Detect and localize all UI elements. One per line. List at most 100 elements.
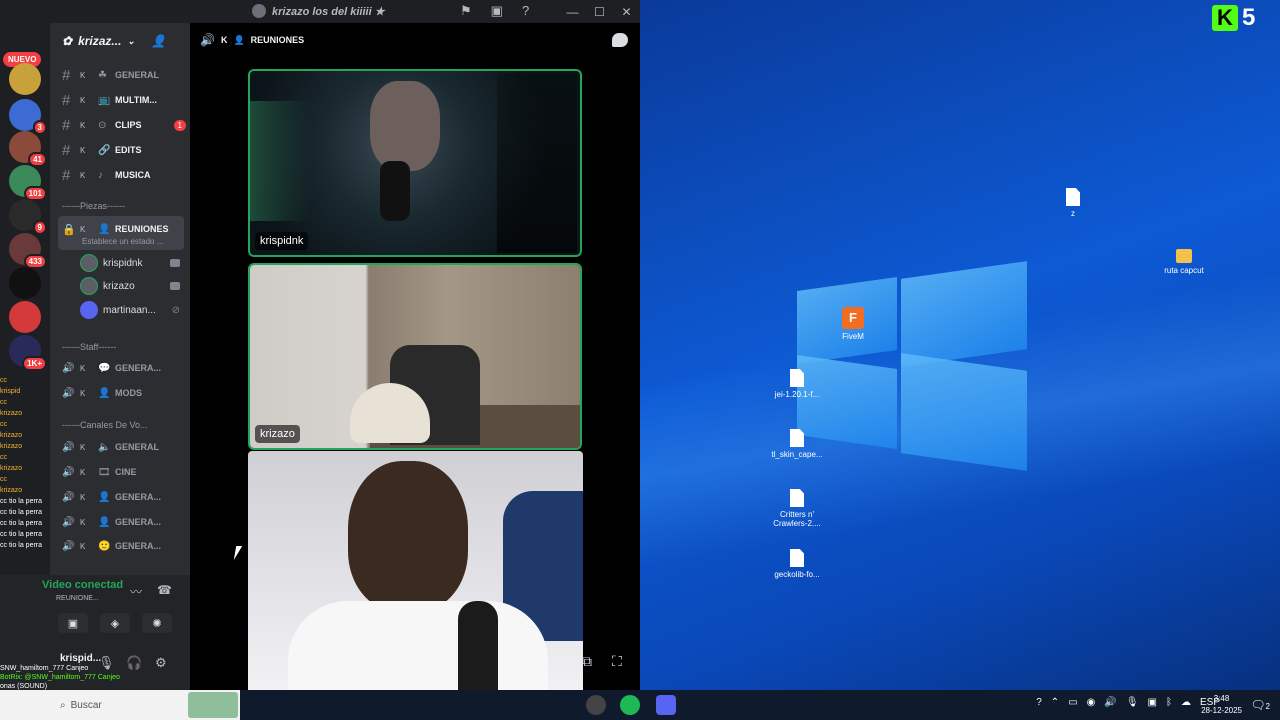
channel-staff-general[interactable]: 🔊 K 💬 GENERA...	[62, 357, 186, 379]
spotify-icon[interactable]	[620, 695, 640, 715]
clover-icon: ☘	[98, 69, 107, 81]
system-tray: ? ⌃ ▭ ◉ 🔊 🎙 ▣ ᛒ ☁ ESP	[1036, 697, 1220, 708]
notification-icon: 🗨	[1250, 698, 1266, 712]
channel-name: EDITS	[115, 145, 142, 155]
video-tile[interactable]: krispidnk	[248, 69, 582, 257]
search-art	[188, 692, 238, 718]
category-piezas[interactable]: ------Piezas------	[62, 201, 125, 211]
display-icon[interactable]: ▣	[1148, 697, 1157, 708]
voice-channel[interactable]: 🔊 K 🙂 GENERA...	[62, 535, 186, 557]
server-icon[interactable]: 3	[9, 99, 47, 135]
voice-channel[interactable]: 🔊 K 🔈 GENERAL	[62, 436, 186, 458]
help-icon[interactable]: ?	[522, 3, 529, 19]
server-icon[interactable]	[9, 267, 41, 299]
disconnect-icon[interactable]: ☎	[157, 583, 172, 597]
video-frame	[348, 461, 468, 611]
person-icon: 👤	[98, 387, 111, 399]
desktop-icon[interactable]: tl_skin_cape...	[765, 429, 829, 459]
server-badge: 41	[28, 152, 47, 167]
camera-button[interactable]: ▣	[58, 613, 88, 633]
video-tile[interactable]: krizazo	[248, 263, 582, 450]
current-user-name[interactable]: krispid...	[60, 653, 101, 664]
channel-prefix: K	[80, 541, 86, 551]
link-icon: 🔗	[98, 144, 111, 156]
noise-suppression-icon[interactable]: 〰	[130, 583, 142, 600]
speaker-emoji-icon: 🔈	[98, 441, 111, 453]
activities-button[interactable]: ◈	[100, 613, 130, 633]
volume-icon[interactable]: 🔊	[1104, 697, 1116, 708]
desktop-icon[interactable]: jei-1.20.1-f...	[765, 369, 829, 399]
voice-channel[interactable]: 🔊 K 👤 GENERA...	[62, 486, 186, 508]
tv-icon: 📺	[98, 94, 111, 106]
voice-channel-name[interactable]: REUNIONE...	[56, 595, 99, 602]
server-icon[interactable]: 101	[9, 165, 47, 201]
server-header[interactable]: ✿ krizaz... ⌄ 👤	[50, 23, 190, 59]
channel-clips[interactable]: # K ⊙ CLIPS 1	[62, 114, 186, 136]
camera-icon[interactable]: ◉	[1087, 697, 1096, 708]
flag-icon[interactable]: ⚑	[460, 3, 472, 19]
avatar	[80, 277, 98, 295]
channel-musica[interactable]: # K ♪ MUSICA	[62, 164, 186, 186]
desktop-icon[interactable]: Critters n' Crawlers-2....	[765, 489, 829, 528]
bluetooth-icon[interactable]: ᛒ	[1166, 697, 1172, 708]
clock-date: 28-12-2025	[1201, 706, 1242, 715]
minimize-button[interactable]: —	[559, 0, 586, 23]
desktop-icon[interactable]: geckolib-fo...	[765, 549, 829, 579]
channel-status[interactable]: Establece un estado ...	[82, 237, 163, 246]
voice-status[interactable]: Video conectad	[42, 579, 123, 591]
clock[interactable]: 3:48 28-12-2025	[1201, 693, 1242, 717]
channel-general[interactable]: # K ☘ GENERAL	[62, 64, 186, 86]
fullscreen-icon[interactable]: ⛶	[612, 653, 622, 670]
invite-people-icon[interactable]: 👤	[151, 34, 166, 48]
server-icon[interactable]: 433	[9, 233, 47, 269]
discord-icon[interactable]	[656, 695, 676, 715]
voice-user[interactable]: krizazo	[80, 276, 180, 296]
voice-channel[interactable]: 🔊 K 👤 GENERA...	[62, 511, 186, 533]
desktop-icon[interactable]: ruta capcut	[1152, 249, 1216, 275]
category-staff[interactable]: ------Staff------	[62, 342, 116, 352]
category-canales-voz[interactable]: ------Canales De Vo...	[62, 420, 148, 430]
search-box[interactable]: ⌕ Buscar	[0, 690, 240, 720]
network-icon[interactable]: ▭	[1068, 697, 1077, 708]
popout-icon[interactable]: ⧉	[582, 653, 592, 670]
server-icon[interactable]: 9	[9, 199, 47, 235]
chevron-down-icon: ⌄	[127, 35, 135, 46]
channel-prefix: K	[80, 95, 86, 105]
server-icon[interactable]	[9, 63, 41, 95]
hash-icon: #	[62, 91, 71, 109]
server-logo-icon: ✿	[62, 34, 73, 48]
chevron-up-icon[interactable]: ⌃	[1051, 697, 1059, 708]
voice-user[interactable]: krispidnk	[80, 253, 180, 273]
server-icon[interactable]	[9, 301, 41, 333]
inbox-icon[interactable]: ▣	[491, 3, 503, 19]
help-icon[interactable]: ?	[1036, 697, 1042, 708]
cloud-icon[interactable]: ☁	[1181, 697, 1191, 708]
search-icon: ⌕	[60, 699, 66, 711]
channel-prefix: K	[80, 70, 86, 80]
channel-name: MULTIM...	[115, 95, 157, 105]
channel-name: GENERA...	[115, 517, 162, 527]
channel-edits[interactable]: # K 🔗 EDITS	[62, 139, 186, 161]
video-tile-name: krizazo	[255, 425, 300, 443]
channel-multimedia[interactable]: # K 📺 MULTIM...	[62, 89, 186, 111]
video-tile[interactable]	[248, 451, 583, 713]
folder-icon	[1176, 249, 1192, 263]
voice-channel[interactable]: 🔊 K 🎞 CINE	[62, 461, 186, 483]
soundboard-button[interactable]: ✺	[142, 613, 172, 633]
desktop-icon[interactable]: z	[1041, 188, 1105, 218]
channel-mods[interactable]: 🔊 K 👤 MODS	[62, 382, 186, 404]
desktop-icon[interactable]: F FiveM	[821, 307, 885, 341]
server-icon[interactable]: 41	[9, 131, 47, 167]
file-icon	[1066, 188, 1080, 206]
notification-center[interactable]: 🗨2	[1250, 698, 1270, 712]
voice-user[interactable]: martinaan... ⊘	[80, 300, 180, 320]
microphone-icon[interactable]: 🎙	[1126, 697, 1139, 708]
maximize-button[interactable]: ☐	[586, 0, 613, 23]
voice-user-name: krispidnk	[103, 257, 143, 269]
chat-bubble-icon[interactable]	[612, 33, 628, 47]
channel-name: GENERA...	[115, 492, 162, 502]
speaker-icon: 🔊	[62, 441, 75, 453]
server-icon[interactable]: 1K+	[9, 335, 47, 371]
close-button[interactable]: ✕	[613, 0, 640, 23]
steam-icon[interactable]	[586, 695, 606, 715]
